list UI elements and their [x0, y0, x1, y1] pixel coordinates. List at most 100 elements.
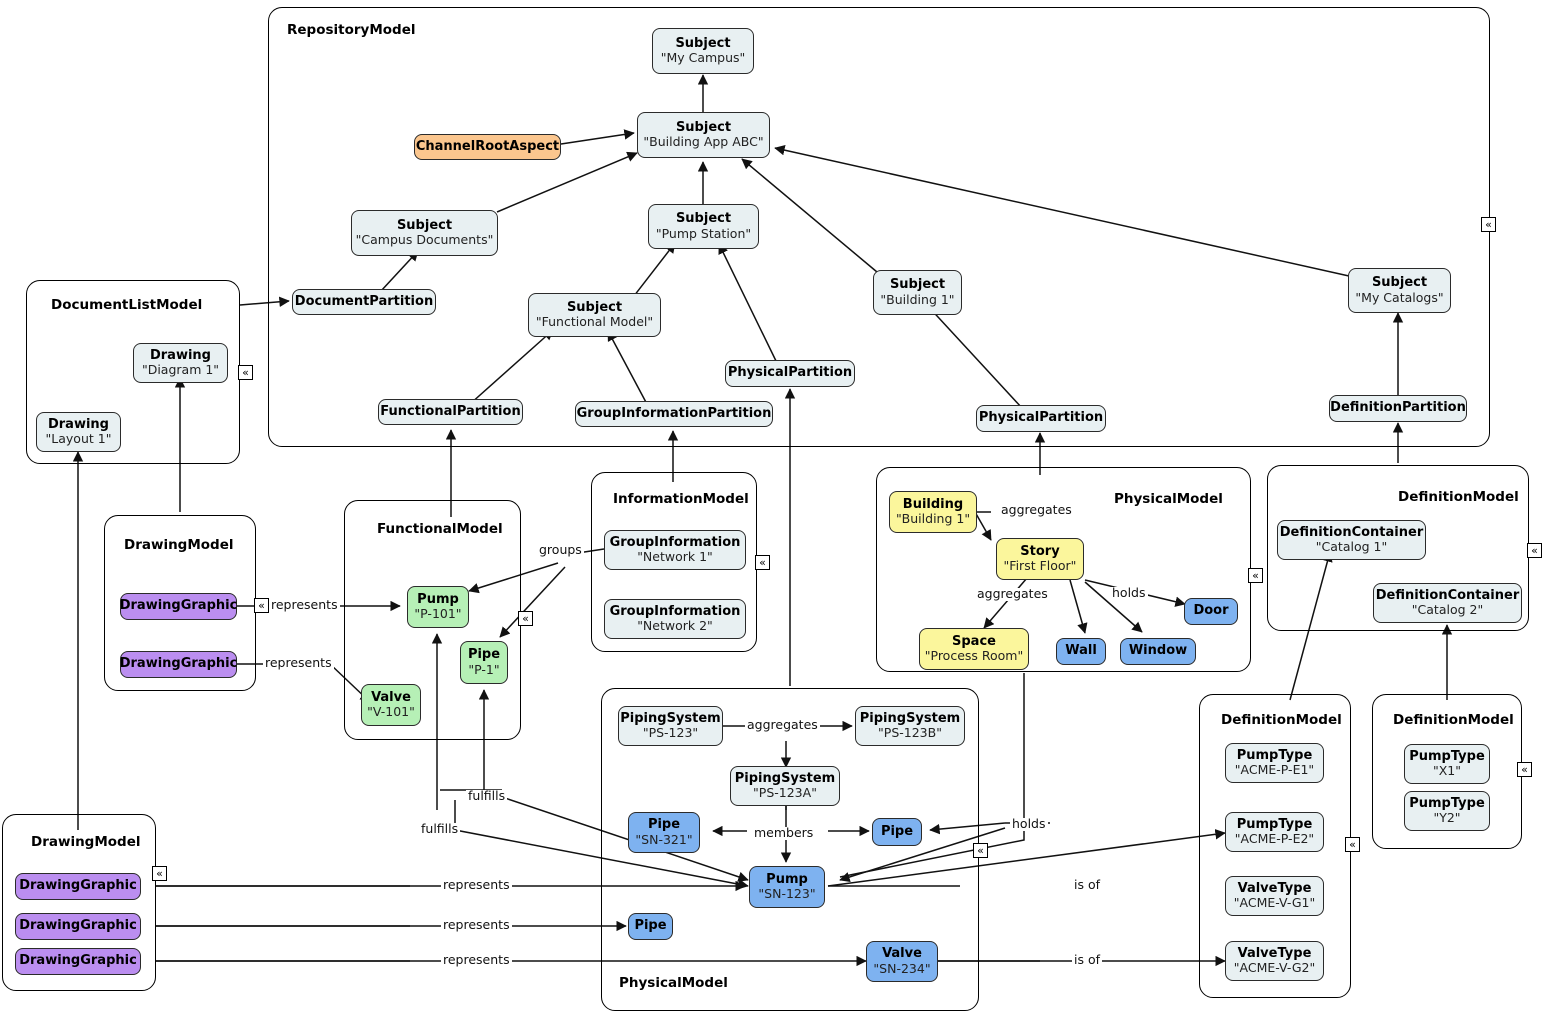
resize-handle-functional-model[interactable]: «: [518, 611, 533, 626]
node-piping-system-ps-123[interactable]: PipingSystem "PS-123": [618, 706, 723, 746]
node-drawing-graphic-bottom-1[interactable]: DrawingGraphic: [15, 873, 141, 900]
node-type: Pump: [766, 871, 808, 887]
resize-handle-drawing-model-top[interactable]: «: [254, 598, 269, 613]
node-type: ChannelRootAspect: [415, 138, 560, 154]
node-pump-p-101[interactable]: Pump "P-101": [407, 586, 469, 628]
node-pump-type-acme-p-e2[interactable]: PumpType "ACME-P-E2": [1225, 812, 1324, 852]
node-subject-building-1[interactable]: Subject "Building 1": [873, 270, 962, 315]
node-pump-type-acme-p-e1[interactable]: PumpType "ACME-P-E1": [1225, 743, 1324, 783]
resize-handle-document-list-model[interactable]: «: [238, 365, 253, 380]
node-door[interactable]: Door: [1184, 598, 1238, 625]
node-type: Pump: [417, 591, 459, 607]
node-name: "ACME-P-E2": [1234, 831, 1315, 847]
node-name: "SN-321": [635, 831, 693, 847]
resize-handle-physical-model-bottom[interactable]: «: [973, 843, 988, 858]
node-name: "Process Room": [924, 648, 1024, 664]
node-piping-system-ps-123a[interactable]: PipingSystem "PS-123A": [730, 766, 840, 806]
node-type: DrawingGraphic: [19, 953, 137, 969]
node-name: "ACME-V-G1": [1233, 895, 1316, 911]
edge-label-groups: groups: [537, 542, 584, 557]
node-drawing-graphic-bottom-2[interactable]: DrawingGraphic: [15, 913, 141, 940]
node-building-1[interactable]: Building "Building 1": [889, 491, 977, 533]
node-physical-partition-1[interactable]: PhysicalPartition: [725, 360, 855, 387]
node-piping-system-ps-123b[interactable]: PipingSystem "PS-123B": [855, 706, 965, 746]
node-name: "Functional Model": [535, 314, 654, 330]
container-title: DrawingModel: [124, 537, 234, 553]
resize-handle-repository-model[interactable]: «: [1481, 217, 1496, 232]
node-group-information-network-2[interactable]: GroupInformation "Network 2": [604, 599, 746, 639]
node-pump-type-x1[interactable]: PumpType "X1": [1404, 744, 1490, 784]
node-pipe-sn-321[interactable]: Pipe "SN-321": [628, 812, 700, 853]
node-definition-container-catalog-1[interactable]: DefinitionContainer "Catalog 1": [1277, 520, 1426, 560]
node-subject-functional-model[interactable]: Subject "Functional Model": [528, 293, 661, 337]
container-title: PhysicalModel: [619, 975, 728, 991]
node-valve-type-acme-v-g1[interactable]: ValveType "ACME-V-G1": [1225, 876, 1324, 916]
resize-handle-information-model[interactable]: «: [755, 555, 770, 570]
node-functional-partition[interactable]: FunctionalPartition: [378, 399, 523, 425]
resize-handle-drawing-model-bottom[interactable]: «: [152, 866, 167, 881]
node-subject-campus-documents[interactable]: Subject "Campus Documents": [351, 210, 498, 256]
node-pipe-plain-1[interactable]: Pipe: [872, 818, 922, 846]
container-title: FunctionalModel: [377, 521, 503, 537]
node-drawing-graphic-top-1[interactable]: DrawingGraphic: [120, 593, 237, 620]
resize-handle-definition-model-top[interactable]: «: [1527, 543, 1542, 558]
container-title: DrawingModel: [31, 834, 141, 850]
edge-label-aggregates-3: aggregates: [745, 717, 820, 732]
diagram-canvas: RepositoryModel DocumentListModel Drawin…: [0, 0, 1547, 1011]
node-story-first-floor[interactable]: Story "First Floor": [996, 538, 1084, 580]
node-name: "P-1": [468, 661, 500, 677]
node-definition-partition[interactable]: DefinitionPartition: [1329, 395, 1467, 422]
node-name: "V-101": [367, 704, 415, 720]
node-drawing-layout-1[interactable]: Drawing "Layout 1": [36, 412, 121, 452]
node-pipe-p-1[interactable]: Pipe "P-1": [460, 641, 508, 684]
node-type: Valve: [882, 946, 922, 962]
resize-handle-definition-model-mid[interactable]: «: [1345, 837, 1360, 852]
node-pipe-plain-2[interactable]: Pipe: [628, 913, 673, 940]
node-name: "ACME-V-G2": [1233, 960, 1316, 976]
node-wall[interactable]: Wall: [1056, 638, 1106, 665]
node-window[interactable]: Window: [1120, 638, 1196, 665]
node-type: Pipe: [634, 918, 667, 934]
edge-label-represents-5: represents: [441, 952, 512, 967]
container-title: PhysicalModel: [1114, 491, 1223, 507]
resize-handle-physical-model-top[interactable]: «: [1248, 568, 1263, 583]
node-name: "Diagram 1": [141, 362, 220, 378]
node-channel-root-aspect[interactable]: ChannelRootAspect: [414, 134, 561, 160]
edge-label-is-of-1: is of: [1072, 877, 1103, 892]
node-name: "PS-123A": [753, 785, 817, 801]
node-type: Wall: [1065, 643, 1097, 659]
node-valve-v-101[interactable]: Valve "V-101": [361, 684, 421, 726]
node-definition-container-catalog-2[interactable]: DefinitionContainer "Catalog 2": [1373, 583, 1522, 623]
node-type: GroupInformationPartition: [576, 405, 772, 421]
node-valve-sn-234[interactable]: Valve "SN-234": [866, 941, 938, 982]
node-drawing-graphic-top-2[interactable]: DrawingGraphic: [120, 651, 237, 678]
node-pump-type-y2[interactable]: PumpType "Y2": [1404, 791, 1490, 831]
node-name: "SN-123": [758, 886, 816, 902]
node-subject-my-catalogs[interactable]: Subject "My Catalogs": [1348, 268, 1451, 313]
node-valve-type-acme-v-g2[interactable]: ValveType "ACME-V-G2": [1225, 941, 1324, 981]
node-drawing-diagram-1[interactable]: Drawing "Diagram 1": [133, 343, 228, 383]
node-drawing-graphic-bottom-3[interactable]: DrawingGraphic: [15, 948, 141, 975]
node-subject-pump-station[interactable]: Subject "Pump Station": [648, 204, 759, 249]
node-type: DrawingGraphic: [119, 598, 238, 614]
node-subject-building-app-abc[interactable]: Subject "Building App ABC": [637, 112, 770, 158]
node-type: DrawingGraphic: [119, 656, 238, 672]
node-group-information-partition[interactable]: GroupInformationPartition: [575, 401, 773, 427]
node-type: PhysicalPartition: [727, 365, 853, 381]
node-document-partition[interactable]: DocumentPartition: [292, 289, 436, 315]
resize-handle-definition-model-right[interactable]: «: [1517, 762, 1532, 777]
node-name: "X1": [1432, 763, 1461, 779]
node-pump-sn-123[interactable]: Pump "SN-123": [749, 866, 825, 908]
node-type: Pipe: [647, 817, 681, 833]
node-name: "Catalog 2": [1411, 602, 1484, 618]
edge-label-aggregates-2: aggregates: [975, 586, 1050, 601]
node-group-information-network-1[interactable]: GroupInformation "Network 1": [604, 530, 746, 570]
node-name: "Catalog 1": [1315, 539, 1388, 555]
node-name: "Network 1": [637, 549, 713, 565]
node-type: PipingSystem: [620, 710, 721, 726]
node-subject-my-campus[interactable]: Subject "My Campus": [652, 28, 754, 74]
node-type: Story: [1020, 543, 1060, 559]
node-space-process-room[interactable]: Space "Process Room": [919, 628, 1029, 670]
node-physical-partition-2[interactable]: PhysicalPartition: [976, 405, 1106, 432]
node-type: PumpType: [1236, 816, 1313, 832]
